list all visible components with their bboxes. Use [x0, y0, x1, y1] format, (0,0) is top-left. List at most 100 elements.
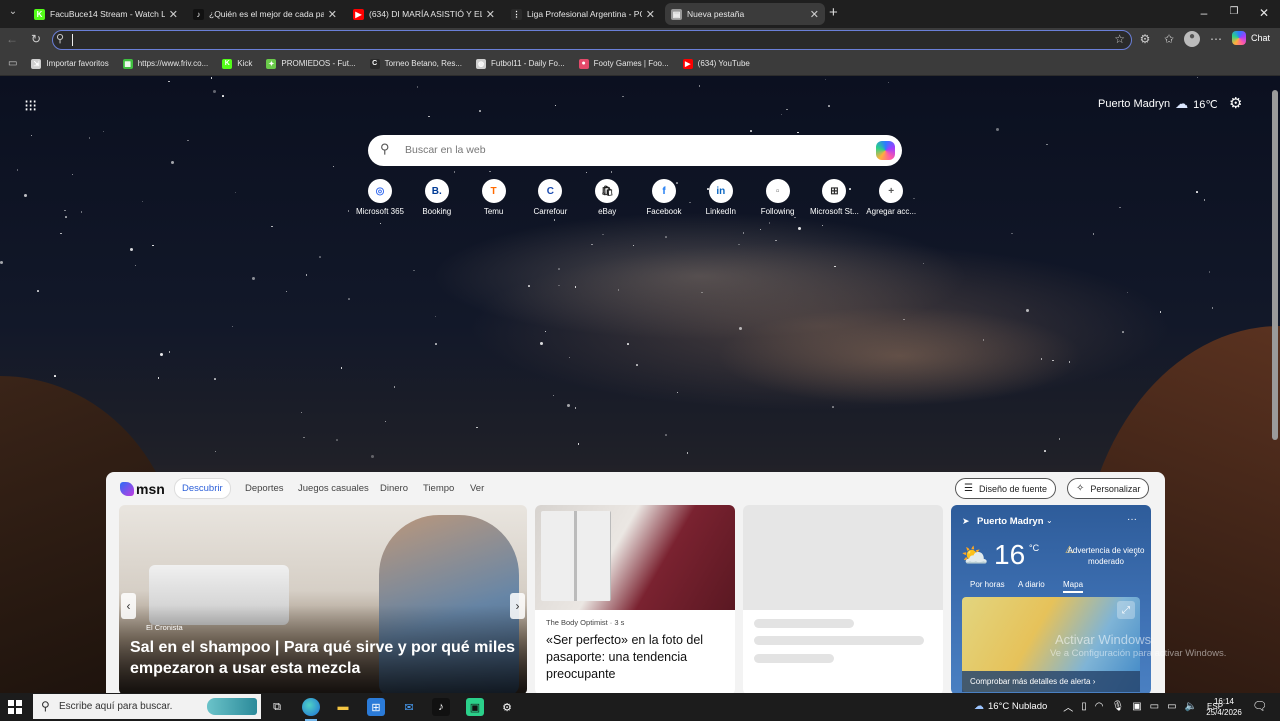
shortcut-tile[interactable]: + Agregar acc... [862, 179, 920, 216]
clock[interactable]: 16:14 25/4/2026 [1202, 696, 1246, 718]
news-card[interactable]: The Body Optimist · 3 s «Ser perfecto» e… [535, 505, 735, 693]
feed-tab[interactable]: Deportes [245, 483, 284, 494]
carousel-next-button[interactable]: › [510, 593, 525, 619]
font-design-button[interactable]: ☰ Diseño de fuente [955, 478, 1057, 499]
close-tab-icon[interactable]: ✕ [169, 8, 178, 21]
shortcut-tile[interactable]: B. Booking [408, 179, 466, 216]
close-tab-icon[interactable]: ✕ [646, 8, 655, 21]
mail-icon[interactable]: ✉ [400, 698, 418, 716]
card-headline[interactable]: Sal en el shampoo | Para qué sirve y por… [130, 637, 520, 679]
bookmark-item[interactable]: ◍ Futbol11 - Daily Fo... [476, 58, 565, 69]
address-bar[interactable]: ⚲ ☆ [52, 30, 1132, 50]
feed-tab[interactable]: Tiempo [423, 483, 454, 494]
device-icon[interactable]: ▯ [1081, 701, 1087, 712]
chevron-right-icon[interactable]: › [1134, 549, 1137, 560]
bookmark-item[interactable]: K Kick [222, 58, 252, 69]
weather-tab-map[interactable]: Mapa [1063, 580, 1084, 593]
bookmark-item[interactable]: ● Footy Games | Foo... [578, 58, 669, 69]
apps-grid-icon[interactable]: ⁝⁝⁝ [24, 96, 37, 116]
back-icon[interactable]: ← [4, 32, 20, 46]
shortcut-tile[interactable]: C Carrefour [521, 179, 579, 216]
sidebar-toggle-icon[interactable]: ▭ [8, 58, 17, 69]
msn-butterfly-icon [120, 482, 134, 496]
bookmark-item[interactable]: ✦ PROMIEDOS - Fut... [266, 58, 356, 69]
file-explorer-icon[interactable]: ▬ [334, 698, 352, 716]
bookmark-item[interactable]: C Torneo Betano, Res... [369, 58, 462, 69]
weather-card[interactable]: ➤ Puerto Madryn ⌄ ··· ⛅ 16 °C ⚠ Adverten… [951, 505, 1151, 693]
scrollbar-thumb[interactable] [1272, 90, 1278, 440]
taskbar-search-placeholder[interactable]: Escribe aquí para buscar. [59, 701, 172, 712]
copilot-icon[interactable] [876, 141, 895, 160]
settings-gear-icon[interactable]: ⚙ [498, 698, 516, 716]
carousel-prev-button[interactable]: ‹ [121, 593, 136, 619]
chat-button[interactable]: Chat [1232, 31, 1270, 45]
windows-start-icon[interactable] [8, 700, 22, 714]
bookmark-item[interactable]: ▦ https://www.friv.co... [122, 58, 208, 69]
tab-4[interactable]: ⋮ Liga Profesional Argentina - POSI ✕ [505, 3, 661, 25]
more-options-icon[interactable]: ··· [1127, 514, 1137, 525]
expand-icon[interactable]: ⤢ [1117, 601, 1135, 619]
microphone-icon[interactable]: 🎙 [1112, 701, 1125, 712]
shortcut-tile[interactable]: ◎ Microsoft 365 [351, 179, 409, 216]
feed-tab[interactable]: Juegos casuales [298, 483, 369, 494]
profile-avatar[interactable]: ● [1184, 31, 1200, 47]
chevron-down-icon[interactable]: ⌄ [1046, 516, 1053, 525]
feed-tab[interactable]: Descubrir [174, 478, 231, 499]
monitor-icon[interactable]: ▭ [1150, 701, 1159, 712]
page-scrollbar[interactable] [1272, 80, 1278, 690]
notifications-icon[interactable]: 🗨 [1252, 699, 1267, 713]
close-tab-icon[interactable]: ✕ [328, 8, 337, 21]
alert-details-link[interactable]: Comprobar más detalles de alerta › [962, 671, 1140, 692]
weather-tab-daily[interactable]: A diario [1018, 580, 1045, 589]
edge-icon[interactable] [302, 698, 320, 721]
tab-2[interactable]: ♪ ¿Quién es el mejor de cada país? 4 ✕ [187, 3, 343, 25]
tab-5[interactable]: ▤ Nueva pestaña ✕ [665, 3, 825, 25]
search-placeholder[interactable]: Buscar en la web [405, 144, 486, 156]
web-search-box[interactable]: ⚲ Buscar en la web [368, 135, 902, 166]
taskbar-search[interactable]: ⚲ Escribe aquí para buscar. [33, 694, 261, 719]
card-headline[interactable]: «Ser perfecto» en la foto del pasaporte:… [546, 632, 726, 683]
tab-3[interactable]: ▶ (634) DI MARÍA ASISTIÓ Y EL CAN ✕ [347, 3, 501, 25]
volume-icon[interactable]: 🔈 [1185, 701, 1197, 712]
microsoft-store-icon[interactable]: ⊞ [367, 698, 385, 716]
shortcut-tile[interactable]: T Temu [465, 179, 523, 216]
shortcut-tile[interactable]: ⊞ Microsoft St... [805, 179, 863, 216]
chevron-up-icon[interactable]: ︿ [1063, 699, 1073, 714]
tiktok-icon[interactable]: ♪ [432, 698, 450, 716]
feed-tab[interactable]: Ver [470, 483, 484, 494]
shortcut-tile[interactable]: 🛍 eBay [578, 179, 636, 216]
favorite-star-icon[interactable]: ☆ [1114, 32, 1125, 46]
bookmark-item[interactable]: ⇲ Importar favoritos [31, 58, 109, 69]
tray-weather[interactable]: 16°C Nublado [988, 701, 1047, 712]
msn-logo[interactable]: msn [120, 481, 165, 497]
app-icon[interactable]: ▣ [466, 698, 484, 716]
feed-tab[interactable]: Dinero [380, 483, 408, 494]
close-tab-icon[interactable]: ✕ [486, 8, 495, 21]
network-icon[interactable]: ▣ [1132, 701, 1141, 712]
header-weather[interactable]: Puerto Madryn ☁ 16℃ [1098, 96, 1218, 112]
bookmark-item[interactable]: ▶ (634) YouTube [682, 58, 750, 69]
personalize-button[interactable]: ✧ Personalizar [1067, 478, 1150, 499]
shortcut-tile[interactable]: f Facebook [635, 179, 693, 216]
weather-tab-hourly[interactable]: Por horas [970, 580, 1005, 589]
new-tab-button[interactable]: + [829, 4, 838, 21]
task-view-icon[interactable]: ⧉ [268, 698, 286, 716]
extensions-icon[interactable]: ⚙ [1137, 32, 1153, 46]
tab-1[interactable]: K FacuBuce14 Stream - Watch Live o ✕ [28, 3, 184, 25]
minimize-button[interactable]: – [1194, 6, 1214, 20]
maximize-button[interactable]: ❐ [1224, 6, 1244, 17]
settings-gear-icon[interactable]: ⚙ [1229, 94, 1242, 112]
close-window-button[interactable]: ✕ [1254, 6, 1274, 20]
more-options-icon[interactable]: ⋯ [1208, 32, 1224, 46]
star [554, 104, 557, 107]
refresh-icon[interactable]: ↻ [28, 32, 44, 46]
wifi-icon[interactable]: ◠ [1095, 701, 1104, 712]
battery-icon[interactable]: ▭ [1167, 701, 1176, 712]
shortcut-tile[interactable]: ▫ Following [749, 179, 807, 216]
shortcut-tile[interactable]: in LinkedIn [692, 179, 750, 216]
favorites-icon[interactable]: ✩ [1161, 32, 1177, 46]
close-tab-icon[interactable]: ✕ [810, 8, 819, 21]
hero-news-card[interactable]: El Cronista Sal en el shampoo | Para qué… [119, 505, 527, 693]
weather-location[interactable]: Puerto Madryn [977, 516, 1044, 527]
tab-actions-icon[interactable]: ⌄ [6, 6, 20, 17]
